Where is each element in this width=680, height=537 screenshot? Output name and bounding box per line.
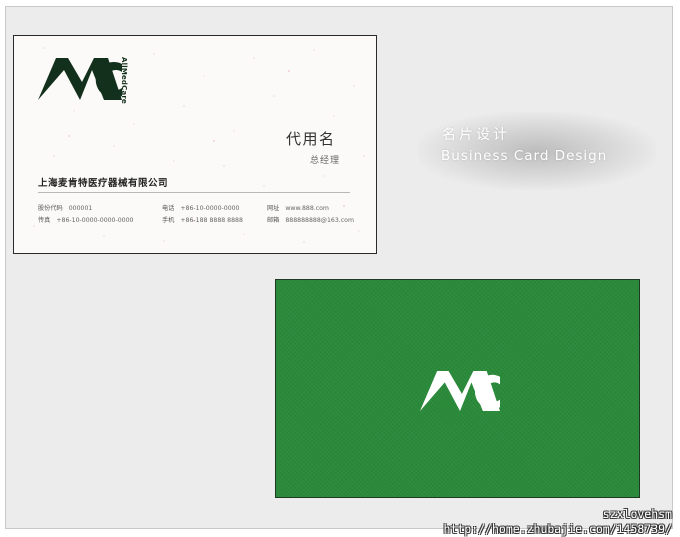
slogan-chinese: 名片设计 [442, 127, 510, 143]
website-label: 网址 [267, 205, 280, 212]
fax-value: +86-10-0000-0000-0000 [56, 217, 134, 224]
business-card-front: AllMedCare 代用名 总经理 上海麦肯特医疗器械有限公司 股份代码 000… [13, 35, 377, 254]
fax-label: 传真 [38, 217, 51, 224]
allmedcare-logo [38, 58, 122, 100]
person-title: 总经理 [310, 156, 341, 166]
stock-code-value: 000001 [68, 205, 93, 212]
business-card-back [275, 279, 640, 498]
phone-value: +86-10-0000-0000 [180, 205, 240, 212]
watermark-url: http://home.zhubajie.com/1458739/ [443, 522, 672, 536]
phone-row: 电话 +86-10-0000-0000 [162, 203, 240, 212]
slogan-english: Business Card Design [441, 148, 608, 164]
mobile-value: +86-188 8888 8888 [180, 217, 243, 224]
mobile-label: 手机 [162, 217, 175, 224]
phone-label: 电话 [162, 205, 175, 212]
divider-line [38, 192, 350, 193]
allmedcare-logo-white [420, 371, 500, 411]
email-row: 邮箱 888888888@163.com [267, 215, 354, 224]
email-value: 888888888@163.com [285, 217, 354, 224]
company-name: 上海麦肯特医疗器械有限公司 [38, 178, 169, 189]
email-label: 邮箱 [267, 217, 280, 224]
stock-code-label: 股份代码 [38, 205, 63, 212]
fax-row: 传真 +86-10-0000-0000-0000 [38, 215, 133, 224]
person-name: 代用名 [286, 130, 336, 148]
website-row: 网址 www.888.com [267, 203, 329, 212]
logo-vertical-text: AllMedCare [120, 57, 128, 105]
watermark-username: szxlovehsm [602, 507, 672, 521]
website-value: www.888.com [285, 205, 329, 212]
stock-code-row: 股份代码 000001 [38, 203, 92, 212]
mobile-row: 手机 +86-188 8888 8888 [162, 215, 243, 224]
